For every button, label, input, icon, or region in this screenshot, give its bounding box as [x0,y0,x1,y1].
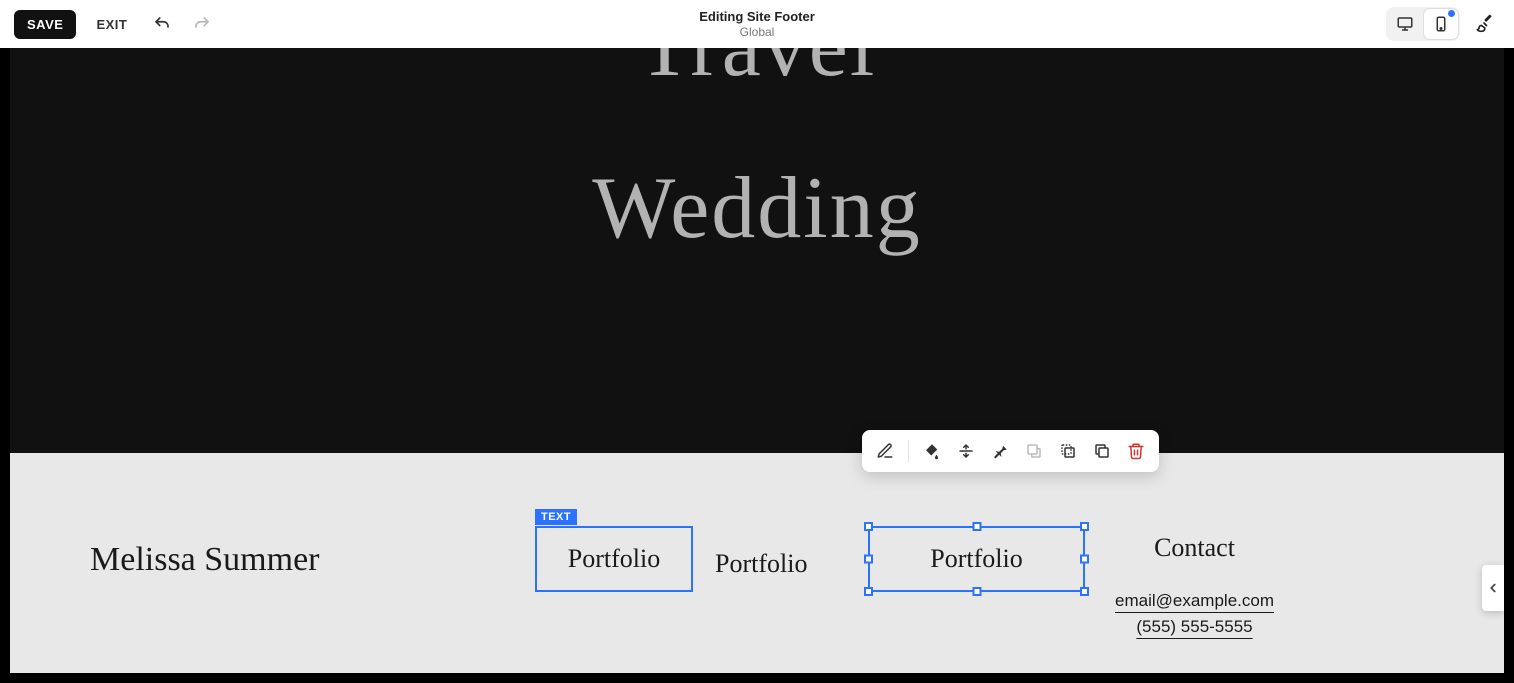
editing-context-subtitle: Global [699,25,815,39]
duplicate-block-button[interactable] [1087,436,1117,466]
chevron-left-icon [1486,581,1500,595]
contact-title[interactable]: Contact [1115,533,1274,563]
layer-forward-icon [1025,442,1043,460]
pencil-icon [876,442,894,460]
hero-word-wedding[interactable]: Wedding [592,158,922,259]
toolbar-right-group [1386,7,1500,42]
resize-handle-sw[interactable] [864,587,873,596]
resize-handle-ne[interactable] [1080,522,1089,531]
pin-block-button[interactable] [985,436,1015,466]
undo-icon [153,15,171,33]
editing-canvas[interactable]: Travel Wedding Melissa Summer TEXT Portf… [10,48,1504,673]
mobile-icon [1432,15,1450,33]
desktop-preview-button[interactable] [1388,9,1422,39]
block-toolbar [862,430,1159,472]
editing-context-title: Editing Site Footer [699,9,815,24]
site-title-text[interactable]: Melissa Summer [90,541,319,579]
contact-phone-link[interactable]: (555) 555-5555 [1136,617,1252,637]
save-button[interactable]: SAVE [14,10,76,39]
app-root: SAVE EXIT Editing Site Footer Global [0,0,1514,683]
contact-email-link[interactable]: email@example.com [1115,591,1274,611]
delete-block-button[interactable] [1121,436,1151,466]
paintbrush-icon [1474,13,1494,33]
portfolio-text-2: Portfolio [715,549,807,579]
undo-button[interactable] [147,9,177,39]
layer-backward-icon [1059,442,1077,460]
resize-handle-s[interactable] [972,587,981,596]
portfolio-text-block-3-selected[interactable]: Portfolio [868,526,1085,592]
align-button[interactable] [951,436,981,466]
toolbar-title-group: Editing Site Footer Global [699,9,815,39]
bring-forward-button[interactable] [1019,436,1049,466]
portfolio-text-1: Portfolio [568,544,660,574]
expand-panel-tab[interactable] [1482,565,1504,611]
send-backward-button[interactable] [1053,436,1083,466]
styles-button[interactable] [1468,7,1500,42]
exit-button[interactable]: EXIT [86,11,137,38]
portfolio-text-block-1[interactable]: Portfolio [535,526,693,592]
redo-icon [193,15,211,33]
paint-bucket-icon [923,442,941,460]
block-type-badge: TEXT [535,509,577,525]
hero-section[interactable]: Travel Wedding [10,48,1504,453]
resize-handle-se[interactable] [1080,587,1089,596]
notification-dot-icon [1448,10,1455,17]
top-toolbar: SAVE EXIT Editing Site Footer Global [0,0,1514,48]
resize-handle-e[interactable] [1080,555,1089,564]
toolbar-left-group: SAVE EXIT [14,9,217,39]
edit-block-button[interactable] [870,436,900,466]
portfolio-text-3: Portfolio [930,544,1022,574]
align-vertical-icon [957,442,975,460]
pin-icon [991,442,1009,460]
device-preview-toggle [1386,7,1460,41]
contact-block[interactable]: Contact email@example.com (555) 555-5555 [1115,533,1274,637]
desktop-icon [1396,15,1414,33]
hero-word-travel[interactable]: Travel [638,48,877,97]
footer-section[interactable]: Melissa Summer TEXT Portfolio Portfolio … [10,453,1504,673]
fill-color-button[interactable] [917,436,947,466]
trash-icon [1127,442,1145,460]
duplicate-icon [1093,442,1111,460]
resize-handle-nw[interactable] [864,522,873,531]
toolbar-separator [908,440,909,462]
canvas-wrap: Travel Wedding Melissa Summer TEXT Portf… [10,48,1504,673]
mobile-preview-button[interactable] [1424,9,1458,39]
resize-handle-n[interactable] [972,522,981,531]
resize-handle-w[interactable] [864,555,873,564]
redo-button[interactable] [187,9,217,39]
portfolio-text-block-2[interactable]: Portfolio [715,549,807,579]
